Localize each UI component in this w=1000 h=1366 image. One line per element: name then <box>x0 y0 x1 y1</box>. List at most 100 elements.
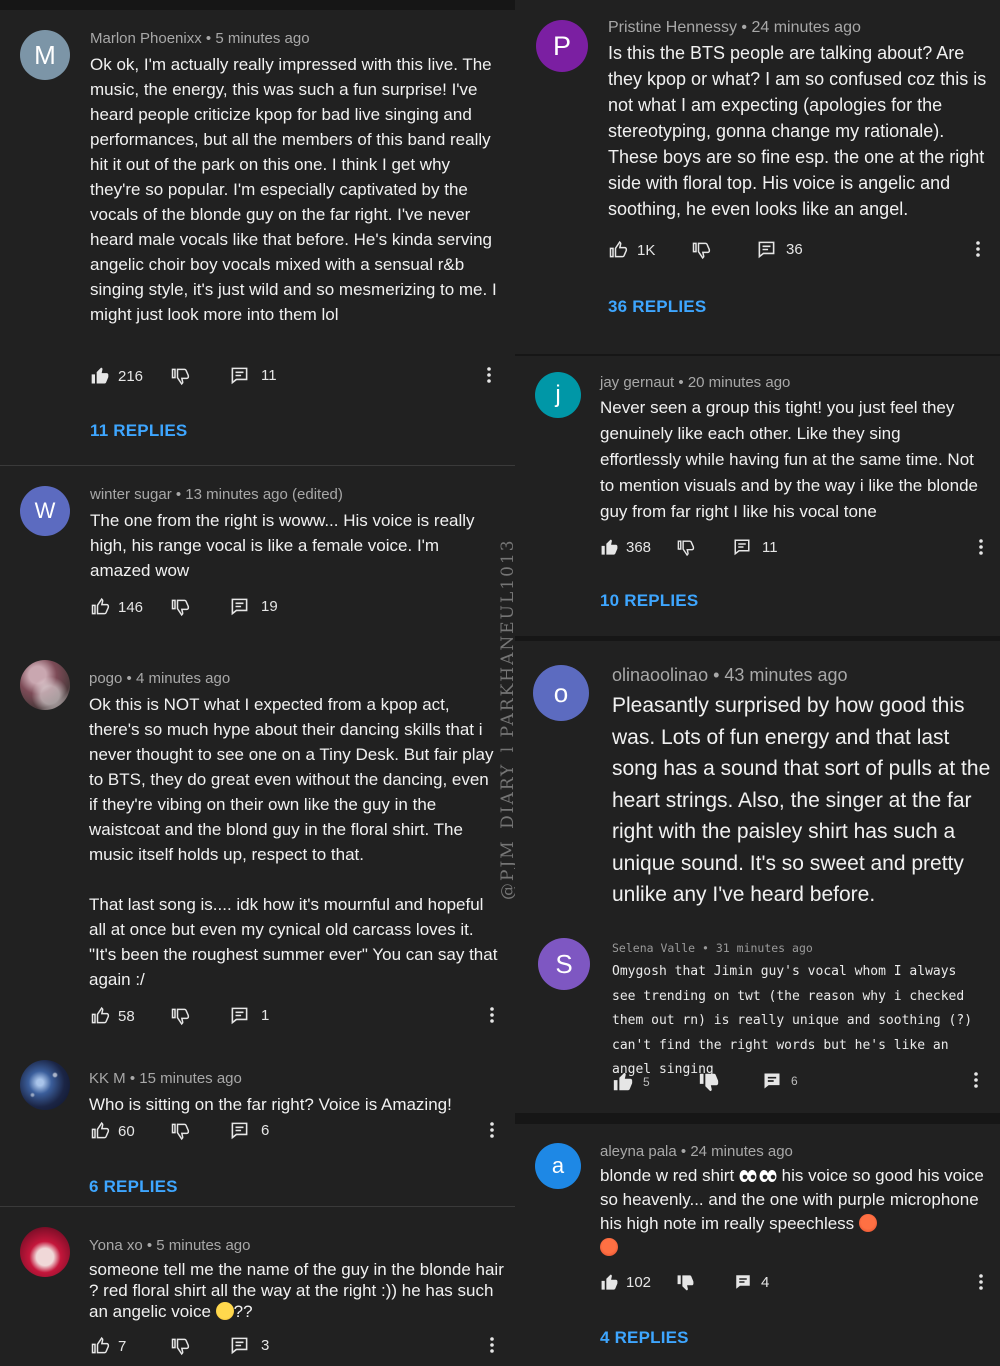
comment-text: Omygosh that Jimin guy's vocal whom I al… <box>612 964 973 1077</box>
right-panel-3: o olinaoolinao • 43 minutes ago Pleasant… <box>515 641 1000 1113</box>
more-options-button[interactable] <box>489 1121 495 1139</box>
more-options-button[interactable] <box>978 538 984 556</box>
more-options-button[interactable] <box>489 1336 495 1354</box>
like-count: 1K <box>637 241 656 259</box>
comment-actions: 5 6 <box>612 1071 992 1097</box>
comment-winter-sugar: W winter sugar • 13 minutes ago (edited)… <box>0 466 515 646</box>
comment-author[interactable]: Marlon Phoenixx <box>90 30 202 47</box>
comment-text: Never seen a group this tight! you just … <box>600 398 979 521</box>
like-button[interactable]: 5 <box>612 1071 650 1093</box>
comment-yona: Yona xo • 5 minutes ago someone tell me … <box>0 1207 515 1366</box>
avatar[interactable]: M <box>20 30 70 80</box>
like-button[interactable]: 7 <box>90 1336 126 1356</box>
thumbs-up-icon <box>609 240 628 258</box>
view-replies-link[interactable]: 36 REPLIES <box>608 297 706 317</box>
thumbs-up-filled-icon <box>613 1072 633 1091</box>
thumbs-up-icon <box>91 1121 110 1139</box>
thumbs-up-icon <box>91 597 110 615</box>
anime-photo-icon <box>20 1227 70 1277</box>
reply-button[interactable]: 4 <box>734 1273 769 1291</box>
dislike-button[interactable] <box>676 1273 695 1292</box>
more-vert-icon <box>974 1072 978 1088</box>
like-button[interactable]: 102 <box>600 1273 651 1292</box>
comment-author[interactable]: pogo <box>89 670 122 687</box>
reply-button[interactable]: 6 <box>230 1121 269 1140</box>
comment-icon <box>231 1337 248 1355</box>
dislike-button[interactable] <box>170 1121 190 1141</box>
more-vert-icon <box>487 367 491 383</box>
more-options-button[interactable] <box>975 240 981 258</box>
reply-button[interactable]: 3 <box>230 1336 269 1355</box>
right-panel-2: j jay gernaut • 20 minutes ago Never see… <box>515 356 1000 636</box>
avatar[interactable]: W <box>20 486 70 536</box>
view-replies-link[interactable]: 11 REPLIES <box>90 421 187 441</box>
avatar[interactable] <box>20 660 70 710</box>
like-count: 368 <box>626 539 652 556</box>
view-replies-link[interactable]: 6 REPLIES <box>89 1177 178 1197</box>
comment-author[interactable]: KK M <box>89 1070 126 1087</box>
avatar[interactable]: o <box>533 665 589 721</box>
like-button[interactable]: 60 <box>90 1121 135 1141</box>
view-replies-link[interactable]: 10 REPLIES <box>600 591 698 611</box>
avatar[interactable]: j <box>535 372 581 418</box>
view-replies-link[interactable]: 4 REPLIES <box>600 1328 689 1348</box>
like-count: 146 <box>118 598 144 616</box>
dislike-button[interactable] <box>170 1336 190 1356</box>
dislike-button[interactable] <box>691 240 711 260</box>
comment-author[interactable]: aleyna pala <box>600 1143 677 1160</box>
thumbs-down-icon <box>692 242 711 260</box>
avatar[interactable]: a <box>535 1143 581 1189</box>
reply-button[interactable]: 11 <box>230 366 277 385</box>
like-button[interactable]: 368 <box>600 538 651 557</box>
reply-count: 4 <box>761 1273 770 1291</box>
dislike-button[interactable] <box>170 597 190 617</box>
dislike-button[interactable] <box>170 1006 190 1026</box>
like-button[interactable]: 1K <box>608 240 655 260</box>
comment-marlon: M Marlon Phoenixx • 5 minutes ago Ok ok,… <box>0 10 515 465</box>
avatar[interactable] <box>20 1060 70 1110</box>
comment-author[interactable]: olinaoolinao <box>612 665 708 685</box>
comment-author[interactable]: winter sugar <box>90 486 172 503</box>
dislike-button[interactable] <box>676 538 695 557</box>
thumbs-up-filled-icon <box>601 539 618 555</box>
reply-count: 6 <box>261 1122 270 1139</box>
like-button[interactable]: 58 <box>90 1006 135 1026</box>
dislike-button[interactable] <box>698 1071 720 1093</box>
more-options-button[interactable] <box>486 366 492 384</box>
more-options-button[interactable] <box>973 1071 979 1089</box>
dislike-button[interactable] <box>170 366 190 386</box>
like-button[interactable]: 146 <box>90 597 143 617</box>
avatar[interactable]: S <box>538 938 590 990</box>
more-vert-icon <box>490 1337 494 1353</box>
comment-paragraph-1: Ok this is NOT what I expected from a kp… <box>89 695 494 864</box>
reply-button[interactable]: 19 <box>230 597 278 616</box>
avatar[interactable] <box>20 1227 70 1277</box>
comment-pogo: pogo • 4 minutes ago Ok this is NOT what… <box>0 646 515 1036</box>
thumbs-down-icon <box>171 1123 190 1141</box>
comment-author[interactable]: Pristine Hennessy <box>608 19 737 36</box>
more-vert-icon <box>490 1007 494 1023</box>
avatar[interactable]: P <box>536 20 588 72</box>
reply-button[interactable]: 36 <box>757 240 803 259</box>
like-button[interactable]: 216 <box>90 366 143 386</box>
comment-author[interactable]: jay gernaut <box>600 374 674 391</box>
reply-button[interactable]: 11 <box>733 538 778 556</box>
more-options-button[interactable] <box>978 1273 984 1291</box>
comment-author[interactable]: Yona xo <box>89 1237 143 1254</box>
right-panel-4: a aleyna pala • 24 minutes ago blonde w … <box>515 1124 1000 1366</box>
comment-icon <box>231 367 248 385</box>
comment-actions: 102 4 <box>600 1273 993 1299</box>
thumbs-down-icon <box>171 1008 190 1026</box>
reply-button[interactable]: 1 <box>230 1006 269 1025</box>
comment-actions: 216 11 <box>90 366 505 392</box>
comment-icon <box>734 539 750 556</box>
reply-button[interactable]: 6 <box>762 1071 798 1091</box>
thumbs-down-icon <box>171 1338 190 1356</box>
comment-author[interactable]: Selena Valle <box>612 941 695 955</box>
comment-icon <box>231 1007 248 1025</box>
thumbs-up-icon <box>91 1006 110 1024</box>
reply-count: 3 <box>261 1337 270 1354</box>
left-panel: M Marlon Phoenixx • 5 minutes ago Ok ok,… <box>0 10 515 1366</box>
more-options-button[interactable] <box>489 1006 495 1024</box>
comment-time: 24 minutes ago <box>751 19 861 36</box>
